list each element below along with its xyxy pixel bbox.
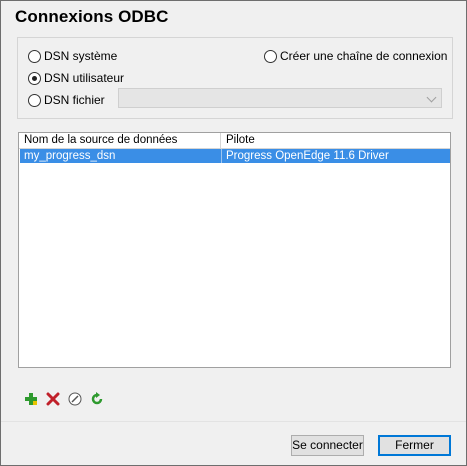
dsn-file-combo[interactable] [118,88,442,108]
add-icon [25,393,37,405]
add-button[interactable] [23,391,39,407]
edit-icon [68,392,82,406]
data-sources-list[interactable]: Nom de la source de données Pilote my_pr… [18,132,451,368]
radio-dsn-file-label: DSN fichier [44,93,105,107]
radio-dsn-system-label: DSN système [44,49,118,63]
close-button[interactable]: Fermer [378,435,451,456]
radio-circle [264,49,277,63]
footer-divider [1,421,466,422]
radio-connection-string-label: Créer une chaîne de connexion [280,49,448,63]
dialog-title: Connexions ODBC [15,7,169,26]
delete-icon [46,392,60,406]
radio-circle [28,49,41,63]
delete-button[interactable] [45,391,61,407]
table-row[interactable]: my_progress_dsn Progress OpenEdge 11.6 D… [20,149,450,163]
row-driver: Progress OpenEdge 11.6 Driver [221,149,450,163]
radio-connection-string[interactable]: Créer une chaîne de connexion [264,48,447,64]
connect-button[interactable]: Se connecter [291,435,364,456]
radio-dsn-system[interactable]: DSN système [28,48,117,64]
radio-circle [28,93,41,107]
list-header: Nom de la source de données Pilote [19,133,450,149]
radio-dsn-user[interactable]: DSN utilisateur [28,70,124,86]
radio-circle-checked [28,71,41,85]
refresh-button[interactable] [89,391,105,407]
column-header-driver[interactable]: Pilote [221,133,451,148]
edit-button[interactable] [67,391,83,407]
radio-dsn-file[interactable]: DSN fichier [28,92,105,108]
dsn-type-group: DSN système DSN utilisateur DSN fichier … [17,37,453,119]
row-dsn-name: my_progress_dsn [24,150,116,162]
radio-dsn-user-label: DSN utilisateur [44,71,125,85]
column-header-name[interactable]: Nom de la source de données [19,133,221,148]
odbc-connections-dialog: Connexions ODBC DSN système DSN utilisat… [0,0,467,466]
chevron-down-icon [426,92,437,103]
refresh-icon [91,392,103,405]
